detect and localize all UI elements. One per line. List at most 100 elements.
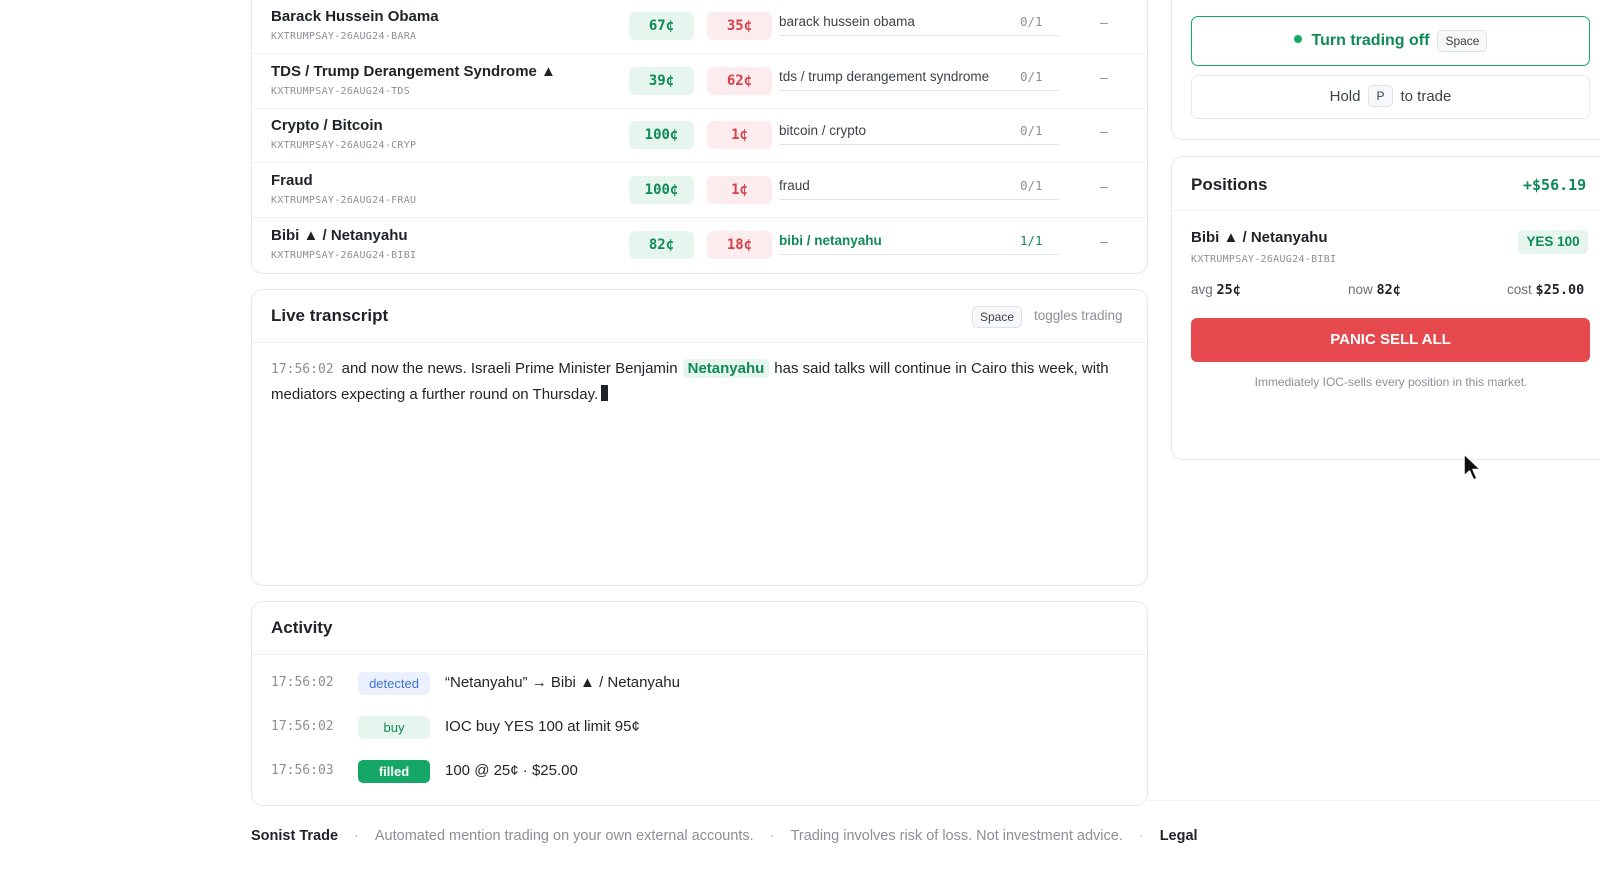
status-badge: filled bbox=[358, 760, 430, 783]
hold-suffix: to trade bbox=[1400, 88, 1452, 105]
footer-separator: · bbox=[1138, 828, 1144, 844]
toggle-trading-button[interactable]: Turn trading off Space bbox=[1191, 16, 1590, 66]
toggle-hint-text: toggles trading bbox=[1034, 308, 1123, 323]
mouse-pointer-icon bbox=[1463, 453, 1482, 481]
trigger-phrase: tds / trump derangement syndrome bbox=[779, 63, 1059, 91]
p-key-hint: P bbox=[1368, 85, 1393, 107]
activity-time: 17:56:03 bbox=[271, 763, 334, 778]
position-side-badge: YES 100 bbox=[1518, 230, 1588, 254]
market-row[interactable]: Bibi ▲ / Netanyahu KXTRUMPSAY-26AUG24-BI… bbox=[252, 218, 1147, 273]
market-ticker: KXTRUMPSAY-26AUG24-BARA bbox=[271, 31, 417, 42]
market-row[interactable]: Crypto / Bitcoin KXTRUMPSAY-26AUG24-CRYP… bbox=[252, 108, 1147, 163]
no-price-button[interactable]: 18¢ bbox=[707, 231, 772, 259]
toggle-trading-label: Turn trading off bbox=[1311, 32, 1430, 49]
hold-prefix: Hold bbox=[1329, 88, 1361, 105]
market-name: TDS / Trump Derangement Syndrome ▲ bbox=[271, 63, 556, 80]
transcript-header: Live transcript Space toggles trading bbox=[252, 290, 1147, 343]
trigger-phrase: bitcoin / crypto bbox=[779, 117, 1059, 145]
trigger-phrase: fraud bbox=[779, 172, 1059, 200]
row-action: – bbox=[1100, 14, 1108, 30]
yes-price-button[interactable]: 82¢ bbox=[629, 231, 694, 259]
activity-row: 17:56:02 buy IOC buy YES 100 at limit 95… bbox=[271, 715, 1131, 741]
mention-count: 0/1 bbox=[1020, 69, 1043, 84]
market-ticker: KXTRUMPSAY-26AUG24-BIBI bbox=[271, 250, 417, 261]
now-value: 82¢ bbox=[1376, 282, 1401, 298]
no-price-button[interactable]: 62¢ bbox=[707, 67, 772, 95]
space-key-hint: Space bbox=[972, 306, 1023, 328]
status-badge: buy bbox=[358, 716, 430, 739]
avg-value: 25¢ bbox=[1216, 282, 1241, 298]
market-name: Crypto / Bitcoin bbox=[271, 117, 383, 134]
row-action: – bbox=[1100, 69, 1108, 85]
activity-text: “Netanyahu” → Bibi ▲ / Netanyahu bbox=[445, 674, 680, 691]
space-key-hint: Space bbox=[1437, 30, 1488, 52]
mention-count: 0/1 bbox=[1020, 14, 1043, 29]
no-price-button[interactable]: 1¢ bbox=[707, 121, 772, 149]
activity-title: Activity bbox=[271, 618, 333, 637]
activity-text: 100 @ 25¢ · $25.00 bbox=[445, 762, 578, 779]
activity-time: 17:56:02 bbox=[271, 719, 334, 734]
transcript-timestamp: 17:56:02 bbox=[271, 362, 334, 377]
hold-to-trade-button[interactable]: Hold Pto trade bbox=[1191, 75, 1590, 119]
market-row[interactable]: Barack Hussein Obama KXTRUMPSAY-26AUG24-… bbox=[252, 0, 1147, 54]
divider bbox=[1172, 210, 1600, 211]
market-row[interactable]: Fraud KXTRUMPSAY-26AUG24-FRAU 100¢ 1¢ fr… bbox=[252, 163, 1147, 218]
position-ticker: KXTRUMPSAY-26AUG24-BIBI bbox=[1191, 254, 1337, 265]
market-name: Bibi ▲ / Netanyahu bbox=[271, 227, 408, 244]
footer: Sonist Trade · Automated mention trading o… bbox=[251, 828, 1198, 844]
footer-separator: · bbox=[769, 828, 775, 844]
market-row[interactable]: TDS / Trump Derangement Syndrome ▲ KXTRU… bbox=[252, 54, 1147, 109]
trigger-phrase: bibi / netanyahu bbox=[779, 227, 1059, 255]
yes-price-button[interactable]: 67¢ bbox=[629, 12, 694, 40]
matched-keyword: Netanyahu bbox=[682, 359, 770, 378]
text-cursor-icon bbox=[601, 385, 609, 401]
position-cost: cost $25.00 bbox=[1507, 282, 1584, 298]
avg-label: avg bbox=[1191, 282, 1213, 297]
footer-tagline: Automated mention trading on your own ex… bbox=[374, 828, 754, 844]
market-name: Fraud bbox=[271, 172, 313, 189]
activity-row: 17:56:02 detected “Netanyahu” → Bibi ▲ /… bbox=[271, 671, 1131, 697]
now-label: now bbox=[1348, 282, 1373, 297]
yes-price-button[interactable]: 39¢ bbox=[629, 67, 694, 95]
status-badge: detected bbox=[358, 672, 430, 695]
trading-control-card: Turn trading off Space Hold Pto trade bbox=[1171, 0, 1600, 140]
market-ticker: KXTRUMPSAY-26AUG24-CRYP bbox=[271, 140, 417, 151]
activity-header: Activity bbox=[252, 602, 1147, 655]
mention-count: 1/1 bbox=[1020, 233, 1043, 248]
activity-text: IOC buy YES 100 at limit 95¢ bbox=[445, 718, 640, 735]
panic-sell-note: Immediately IOC-sells every position in … bbox=[1254, 375, 1528, 389]
footer-disclaimer: Trading involves risk of loss. Not inves… bbox=[790, 828, 1123, 844]
yes-price-button[interactable]: 100¢ bbox=[629, 121, 694, 149]
yes-price-button[interactable]: 100¢ bbox=[629, 176, 694, 204]
market-ticker: KXTRUMPSAY-26AUG24-FRAU bbox=[271, 195, 417, 206]
market-ticker: KXTRUMPSAY-26AUG24-TDS bbox=[271, 86, 411, 97]
avg-price: avg 25¢ bbox=[1191, 282, 1241, 298]
total-pnl: +$56.19 bbox=[1523, 176, 1587, 194]
row-action: – bbox=[1100, 123, 1108, 139]
row-action: – bbox=[1100, 178, 1108, 194]
footer-divider bbox=[1148, 800, 1600, 801]
market-name: Barack Hussein Obama bbox=[271, 8, 439, 25]
panic-sell-all-button[interactable]: PANIC SELL ALL bbox=[1191, 318, 1590, 362]
legal-link[interactable]: Legal bbox=[1160, 828, 1198, 844]
transcript-text: 17:56:02 and now the news. Israeli Prime … bbox=[271, 356, 1111, 407]
no-price-button[interactable]: 1¢ bbox=[707, 176, 772, 204]
mention-count: 0/1 bbox=[1020, 178, 1043, 193]
toggle-trading-content: Turn trading off Space bbox=[1192, 17, 1589, 65]
positions-title: Positions bbox=[1191, 175, 1268, 194]
row-action: – bbox=[1100, 233, 1108, 249]
activity-row: 17:56:03 filled 100 @ 25¢ · $25.00 bbox=[271, 759, 1131, 785]
activity-panel: Activity 17:56:02 detected “Netanyahu” →… bbox=[251, 601, 1148, 806]
cost-label: cost bbox=[1507, 282, 1532, 297]
footer-separator: · bbox=[354, 828, 359, 844]
no-price-button[interactable]: 35¢ bbox=[707, 12, 772, 40]
cost-value: $25.00 bbox=[1535, 282, 1585, 298]
transcript-text-before: and now the news. Israeli Prime Minister… bbox=[341, 360, 678, 377]
markets-table: Barack Hussein Obama KXTRUMPSAY-26AUG24-… bbox=[251, 0, 1148, 274]
activity-time: 17:56:02 bbox=[271, 675, 334, 690]
mention-count: 0/1 bbox=[1020, 123, 1043, 138]
current-price: now 82¢ bbox=[1348, 282, 1401, 298]
positions-panel: Positions +$56.19 Bibi ▲ / Netanyahu KXT… bbox=[1171, 156, 1600, 460]
status-dot-icon bbox=[1293, 35, 1302, 43]
live-transcript-panel: Live transcript Space toggles trading 17… bbox=[251, 289, 1148, 586]
